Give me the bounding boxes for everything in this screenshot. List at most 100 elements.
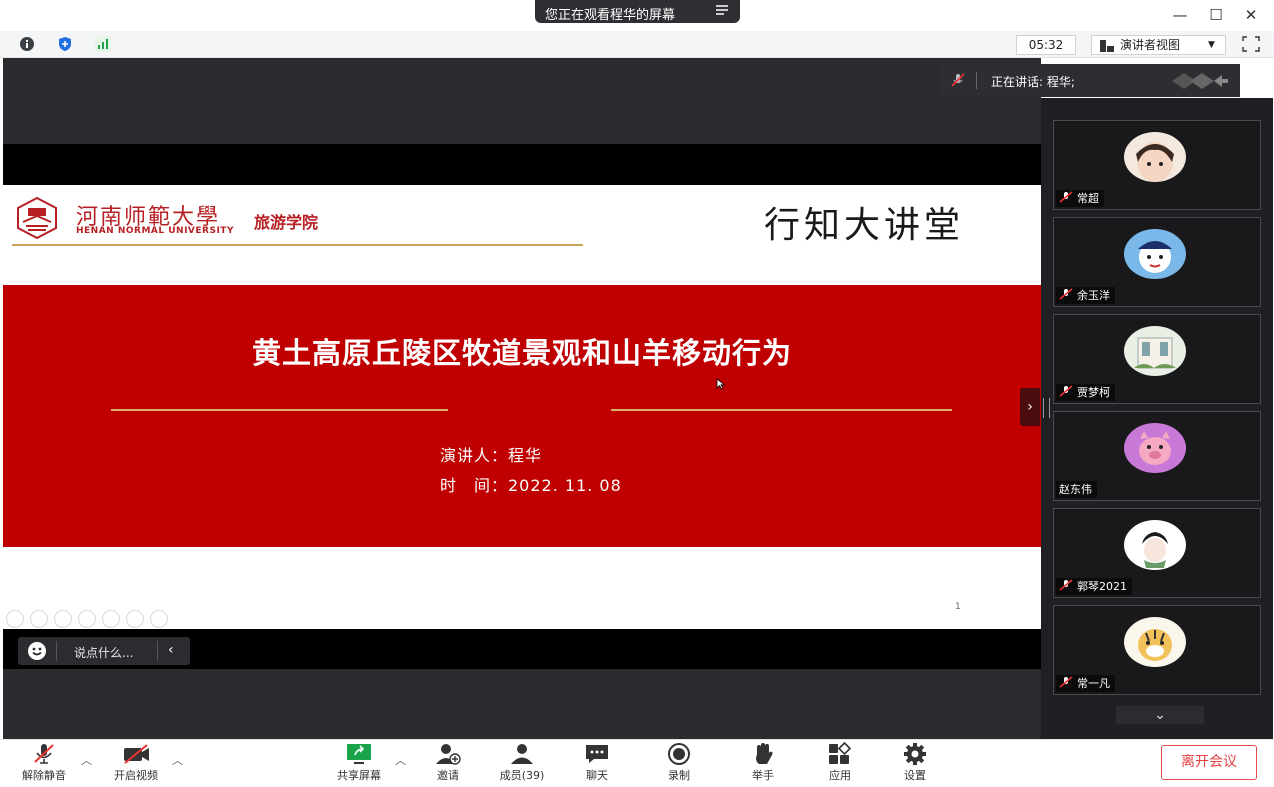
view-mode-label: 演讲者视图 <box>1120 38 1181 52</box>
active-speaker-text: 正在讲话: 程华; <box>991 75 1075 89</box>
participant-name-tag: 余玉洋 <box>1056 287 1115 304</box>
raise-hand-label: 举手 <box>752 769 774 782</box>
share-options-chevron-up-icon[interactable]: ︿ <box>395 752 407 768</box>
mic-muted-icon <box>29 742 59 766</box>
participant-name-tag: 郭琴2021 <box>1056 578 1132 595</box>
divider <box>157 641 158 661</box>
audio-options-chevron-up-icon[interactable]: ︿ <box>81 752 93 768</box>
view-mode-dropdown[interactable]: 演讲者视图 ▼ <box>1091 35 1226 55</box>
maximize-button[interactable]: ☐ <box>1206 6 1226 24</box>
slide-page-number: 1 <box>955 602 961 612</box>
settings-small-icon[interactable] <box>150 610 168 628</box>
apps-grid-icon <box>825 741 855 766</box>
lecture-series-title: 行知大讲堂 <box>764 205 965 246</box>
chat-bubble-icon <box>582 742 612 766</box>
invite-label: 邀请 <box>437 769 459 782</box>
share-screen-button[interactable]: 共享屏幕 <box>329 742 389 783</box>
record-button[interactable]: 录制 <box>649 742 709 783</box>
avatar <box>1124 326 1186 376</box>
share-screen-icon <box>344 742 374 766</box>
scroll-down-chevron-icon[interactable]: ⌄ <box>1116 706 1204 724</box>
sidebar-toggle-chevron-icon[interactable]: › <box>1020 388 1040 426</box>
more-icon[interactable] <box>126 610 144 628</box>
slides-icon[interactable] <box>78 610 96 628</box>
meeting-timer: 05:32 <box>1016 35 1076 55</box>
collapse-chevron-icon[interactable]: ‹ <box>168 642 174 658</box>
share-screen-label: 共享屏幕 <box>337 769 381 782</box>
divider <box>976 72 977 89</box>
close-button[interactable]: ✕ <box>1241 6 1261 24</box>
mouse-cursor-icon <box>716 378 726 393</box>
record-icon <box>664 742 694 766</box>
members-button[interactable]: 成员(39) <box>492 742 552 783</box>
chat-label: 聊天 <box>586 769 608 782</box>
minimize-button[interactable]: — <box>1170 6 1190 24</box>
avatar <box>1124 423 1186 473</box>
hand-icon <box>748 742 778 766</box>
divider <box>111 409 448 411</box>
next-slide-icon[interactable] <box>30 610 48 628</box>
apps-label: 应用 <box>829 769 851 782</box>
camera-off-icon <box>121 742 151 766</box>
chat-button[interactable]: 聊天 <box>567 742 627 783</box>
start-video-button[interactable]: 开启视频 <box>106 742 166 783</box>
members-icon <box>507 742 537 766</box>
quick-chat-bar[interactable]: 说点什么... ‹ <box>18 637 190 665</box>
record-label: 录制 <box>668 769 690 782</box>
divider <box>12 244 583 246</box>
divider <box>611 409 952 411</box>
participant-name: 常超 <box>1077 192 1099 205</box>
raise-hand-button[interactable]: 举手 <box>733 742 793 783</box>
settings-button[interactable]: 设置 <box>885 742 945 783</box>
participant-tile[interactable]: 余玉洋 <box>1053 217 1261 307</box>
participant-name: 赵东伟 <box>1059 483 1092 496</box>
security-shield-icon[interactable] <box>54 35 76 53</box>
sidebar-resize-handle[interactable] <box>1043 398 1050 418</box>
school-name-en: HENAN NORMAL UNIVERSITY <box>76 226 234 236</box>
participant-name: 常一凡 <box>1077 677 1110 690</box>
chevron-down-icon: ▼ <box>1208 40 1215 50</box>
settings-label: 设置 <box>904 769 926 782</box>
participant-name-tag: 常一凡 <box>1056 675 1115 692</box>
college-name: 旅游学院 <box>254 213 319 232</box>
zoom-icon[interactable] <box>102 610 120 628</box>
participant-tile[interactable]: 贾梦柯 <box>1053 314 1261 404</box>
invite-button[interactable]: 邀请 <box>418 742 478 783</box>
mic-muted-icon <box>1059 384 1073 402</box>
menu-icon[interactable] <box>715 3 729 21</box>
gear-icon <box>900 742 930 766</box>
participant-name: 郭琴2021 <box>1077 580 1127 593</box>
pen-icon[interactable] <box>54 610 72 628</box>
video-options-chevron-up-icon[interactable]: ︿ <box>172 752 184 768</box>
speaker-view-controls[interactable] <box>1170 71 1230 91</box>
mic-muted-icon <box>1059 675 1073 693</box>
avatar <box>1124 617 1186 667</box>
prev-slide-icon[interactable] <box>6 610 24 628</box>
slide-title-band <box>3 285 1041 547</box>
add-user-icon <box>433 742 463 766</box>
participant-tile[interactable]: 常超 <box>1053 120 1261 210</box>
participant-name-tag: 常超 <box>1056 190 1104 207</box>
fullscreen-icon[interactable] <box>1240 35 1262 53</box>
mic-muted-icon <box>1059 190 1073 208</box>
apps-button[interactable]: 应用 <box>810 741 870 783</box>
active-speaker-bar: 正在讲话: 程华; <box>940 64 1240 97</box>
mic-muted-icon <box>950 72 966 91</box>
meeting-toolbar <box>0 739 1274 787</box>
network-signal-icon[interactable] <box>92 35 114 53</box>
participant-tile[interactable]: 常一凡 <box>1053 605 1261 695</box>
participant-tile[interactable]: 郭琴2021 <box>1053 508 1261 598</box>
layout-icon <box>1100 39 1114 57</box>
emoji-icon[interactable] <box>28 642 46 660</box>
avatar <box>1124 132 1186 182</box>
screen-share-notice[interactable]: 您正在观看程华的屏幕 <box>535 0 740 23</box>
info-icon[interactable] <box>16 35 38 53</box>
unmute-button[interactable]: 解除静音 <box>14 742 74 783</box>
mic-muted-icon <box>1059 578 1073 596</box>
chat-input[interactable]: 说点什么... <box>74 644 133 661</box>
leave-meeting-button[interactable]: 离开会议 <box>1161 745 1257 780</box>
slide-title: 黄土高原丘陵区牧道景观和山羊移动行为 <box>251 336 792 370</box>
participant-name: 余玉洋 <box>1077 289 1110 302</box>
members-label: 成员(39) <box>499 769 545 782</box>
participant-tile[interactable]: 赵东伟 <box>1053 411 1261 501</box>
